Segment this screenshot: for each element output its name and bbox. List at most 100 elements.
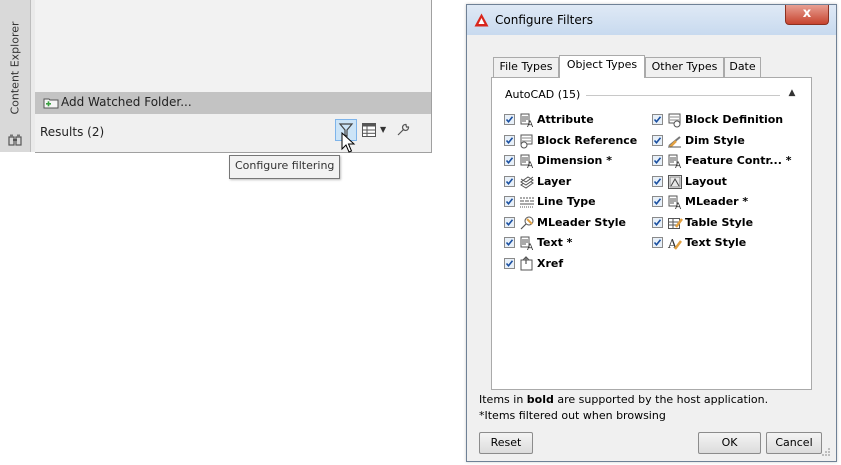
object-type-item[interactable]: A Feature Contr... * xyxy=(652,152,802,170)
object-type-item[interactable]: Layout xyxy=(652,173,802,191)
text-icon: A xyxy=(520,236,534,251)
block-reference-icon xyxy=(520,134,533,148)
checkbox[interactable] xyxy=(652,175,663,187)
tab-label: File Types xyxy=(499,60,553,73)
footnote-bold-word: bold xyxy=(526,393,554,406)
object-type-label: Attribute xyxy=(537,113,594,126)
tab-other-types[interactable]: Other Types xyxy=(645,57,724,77)
checkbox[interactable] xyxy=(504,196,515,207)
svg-text:A: A xyxy=(527,120,534,128)
checkbox[interactable] xyxy=(652,216,663,228)
tab-file-types[interactable]: File Types xyxy=(493,57,559,77)
object-type-item[interactable]: MLeader Style xyxy=(504,214,654,232)
checkbox[interactable] xyxy=(504,237,515,248)
object-type-item[interactable]: A Dimension * xyxy=(504,152,654,170)
object-type-label: Layout xyxy=(685,174,727,188)
object-type-label: Block Reference xyxy=(537,133,638,147)
results-count: Results (2) xyxy=(40,125,105,139)
results-bar: Results (2) ▼ xyxy=(35,114,431,152)
tab-date[interactable]: Date xyxy=(724,57,761,77)
checkbox[interactable] xyxy=(652,134,663,146)
grid-view-icon[interactable] xyxy=(362,123,376,137)
content-explorer-palette: Content Explorer Add Watched Folder... R… xyxy=(0,0,441,153)
close-button[interactable]: x xyxy=(785,5,829,25)
checkbox[interactable] xyxy=(504,216,515,228)
dialog-titlebar[interactable]: Configure Filters x xyxy=(467,5,836,35)
tab-label: Date xyxy=(729,60,756,73)
checkbox[interactable] xyxy=(652,155,663,166)
svg-text:A: A xyxy=(675,202,682,210)
checkbox[interactable] xyxy=(504,175,515,187)
object-type-label: Block Definition xyxy=(685,113,784,126)
checkbox[interactable] xyxy=(504,155,515,166)
dimension-icon: A xyxy=(520,154,534,169)
layout-icon xyxy=(668,174,682,189)
checkbox[interactable] xyxy=(652,196,663,207)
object-type-item[interactable]: Table Style xyxy=(652,214,802,232)
palette-body: Add Watched Folder... Results (2) ▼ xyxy=(35,0,432,153)
object-type-item[interactable]: Layer xyxy=(504,173,654,191)
object-type-item[interactable]: A Attribute xyxy=(504,111,654,129)
object-types-panel: AutoCAD (15) ▲ A Attribute Block Definitio… xyxy=(491,77,812,390)
resize-grip-icon[interactable] xyxy=(821,447,831,457)
footnote-suffix: are supported by the host application. xyxy=(553,393,769,406)
object-type-item[interactable]: Dim Style xyxy=(652,132,802,150)
palette-title-text: Content Explorer xyxy=(8,21,22,115)
dim-style-icon xyxy=(668,135,681,148)
object-type-label: Line Type xyxy=(537,195,596,208)
dropdown-arrow-icon[interactable]: ▼ xyxy=(380,125,386,134)
object-type-item[interactable]: Xref xyxy=(504,255,654,273)
checkbox[interactable] xyxy=(504,134,515,146)
object-type-label: Dimension * xyxy=(537,154,612,167)
block-definition-icon xyxy=(668,113,681,128)
object-type-label: MLeader * xyxy=(685,195,749,208)
object-type-item[interactable]: A MLeader * xyxy=(652,193,802,211)
checkbox[interactable] xyxy=(504,257,515,269)
object-type-item[interactable]: Line Type xyxy=(504,193,654,211)
svg-text:A: A xyxy=(527,243,534,251)
svg-text:A: A xyxy=(527,161,534,169)
add-watched-folder-label: Add Watched Folder... xyxy=(61,95,192,109)
tab-object-types[interactable]: Object Types xyxy=(559,55,645,78)
svg-text:A: A xyxy=(675,161,682,169)
line-type-icon xyxy=(520,197,534,208)
bold-footnote: Items in bold are supported by the host … xyxy=(479,393,768,406)
group-label: AutoCAD (15) xyxy=(505,88,587,101)
configure-filtering-tooltip: Configure filtering xyxy=(229,155,341,179)
attribute-icon: A xyxy=(520,113,534,128)
palette-title-strip[interactable]: Content Explorer xyxy=(0,0,30,152)
layer-icon xyxy=(520,175,534,189)
binoculars-icon[interactable] xyxy=(8,134,22,146)
text-style-icon: A xyxy=(667,237,682,251)
object-type-item[interactable]: A Text * xyxy=(504,234,654,252)
group-header-autocad[interactable]: AutoCAD (15) ▲ xyxy=(505,88,800,102)
object-type-label: Feature Contr... * xyxy=(685,154,792,167)
object-type-item[interactable]: Block Definition xyxy=(652,111,802,129)
watched-folders-list[interactable] xyxy=(35,0,431,92)
mleader-icon: A xyxy=(668,195,682,210)
configure-filters-dialog: Configure Filters x File Types Object Ty… xyxy=(466,4,837,462)
checkbox[interactable] xyxy=(652,114,663,125)
chevron-up-icon[interactable]: ▲ xyxy=(787,88,797,100)
add-watched-folder-row[interactable]: Add Watched Folder... xyxy=(35,92,431,114)
mouse-cursor-icon xyxy=(341,132,356,153)
checkbox[interactable] xyxy=(504,114,515,125)
asterisk-footnote: *Items filtered out when browsing xyxy=(479,409,666,422)
checkbox[interactable] xyxy=(652,237,663,248)
object-type-label: Xref xyxy=(537,256,564,270)
table-style-icon xyxy=(668,217,683,229)
object-type-label: Text Style xyxy=(685,236,747,249)
object-type-item[interactable]: Block Reference xyxy=(504,132,654,150)
dialog-title: Configure Filters xyxy=(495,13,593,27)
object-type-label: Table Style xyxy=(685,215,754,229)
cancel-button[interactable]: Cancel xyxy=(766,432,822,454)
mleader-style-icon xyxy=(520,216,534,229)
reset-button[interactable]: Reset xyxy=(479,432,533,454)
folder-add-icon xyxy=(43,98,59,109)
ok-button[interactable]: OK xyxy=(698,432,761,454)
wrench-icon[interactable] xyxy=(395,122,411,138)
object-type-item[interactable]: A Text Style xyxy=(652,234,802,252)
feature-control-icon: A xyxy=(668,154,682,169)
object-type-label: Layer xyxy=(537,174,572,188)
footnote-prefix: Items in xyxy=(479,393,527,406)
